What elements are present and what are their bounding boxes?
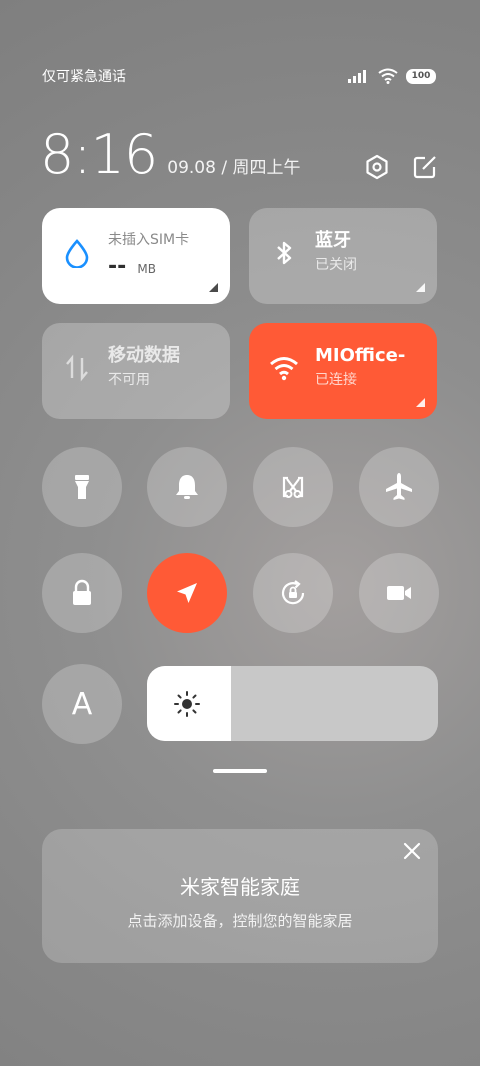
lock-screen-toggle[interactable] (42, 553, 122, 633)
battery-level: 100 (411, 71, 431, 81)
bluetooth-title: 蓝牙 (315, 230, 351, 251)
carrier-label: 仅可紧急通话 (42, 69, 126, 85)
screen-recorder-toggle[interactable] (359, 553, 439, 633)
wifi-icon (270, 357, 298, 381)
expand-corner-icon (416, 398, 425, 407)
bluetooth-tile[interactable]: 蓝牙 已关闭 (249, 208, 437, 304)
rotation-lock-toggle[interactable] (253, 553, 333, 633)
wifi-status: 已连接 (315, 372, 357, 388)
smart-home-subtitle: 点击添加设备，控制您的智能家居 (127, 912, 353, 930)
ring-toggle[interactable] (147, 447, 227, 527)
mobile-data-tile[interactable]: 移动数据 不可用 (42, 323, 230, 419)
water-drop-icon (65, 239, 89, 268)
panel-handle[interactable] (213, 769, 267, 773)
bluetooth-icon (277, 241, 292, 265)
brightness-slider[interactable] (147, 666, 438, 741)
settings-icon[interactable] (364, 154, 390, 180)
clock-date: 09.08 / 周四上午 (167, 158, 301, 178)
wifi-title: MIOffice- (315, 345, 406, 366)
flashlight-toggle[interactable] (42, 447, 122, 527)
expand-corner-icon (209, 283, 218, 292)
airplane-icon (386, 473, 412, 500)
screenshot-icon (282, 476, 304, 498)
location-icon (177, 583, 197, 603)
data-usage-unit: MB (137, 262, 156, 276)
close-icon[interactable] (402, 841, 422, 861)
wifi-icon (378, 68, 398, 84)
mobile-data-status: 不可用 (108, 372, 150, 388)
flashlight-icon (75, 475, 89, 499)
data-usage-value: -- (108, 254, 127, 279)
battery-icon: 100 (406, 68, 436, 84)
bell-icon (176, 475, 198, 499)
clock-time: 8:16 (40, 123, 158, 186)
airplane-toggle[interactable] (359, 447, 439, 527)
smart-home-title: 米家智能家庭 (180, 875, 300, 899)
mobile-data-title: 移动数据 (108, 345, 180, 366)
smart-home-card[interactable]: 米家智能家庭 点击添加设备，控制您的智能家居 (42, 829, 438, 963)
status-icons: 100 (348, 68, 436, 84)
wifi-tile[interactable]: MIOffice- 已连接 (249, 323, 437, 419)
bluetooth-status: 已关闭 (315, 257, 357, 273)
header-actions (364, 154, 438, 180)
sun-icon (174, 691, 200, 717)
header: 8:16 09.08 / 周四上午 (40, 122, 438, 182)
rotation-lock-icon (281, 580, 305, 605)
edit-icon[interactable] (412, 154, 438, 180)
data-arrows-icon (66, 354, 88, 382)
font-size-label: A (71, 686, 93, 722)
data-usage-title: 未插入SIM卡 (108, 232, 190, 248)
data-usage-tile[interactable]: 未插入SIM卡 -- MB (42, 208, 230, 304)
location-toggle[interactable] (147, 553, 227, 633)
screenshot-toggle[interactable] (253, 447, 333, 527)
signal-icon (348, 70, 366, 83)
expand-corner-icon (416, 283, 425, 292)
lock-icon (73, 579, 91, 605)
video-camera-icon (387, 586, 411, 600)
font-size-button[interactable]: A (42, 664, 122, 744)
status-bar: 仅可紧急通话 100 (42, 66, 436, 86)
